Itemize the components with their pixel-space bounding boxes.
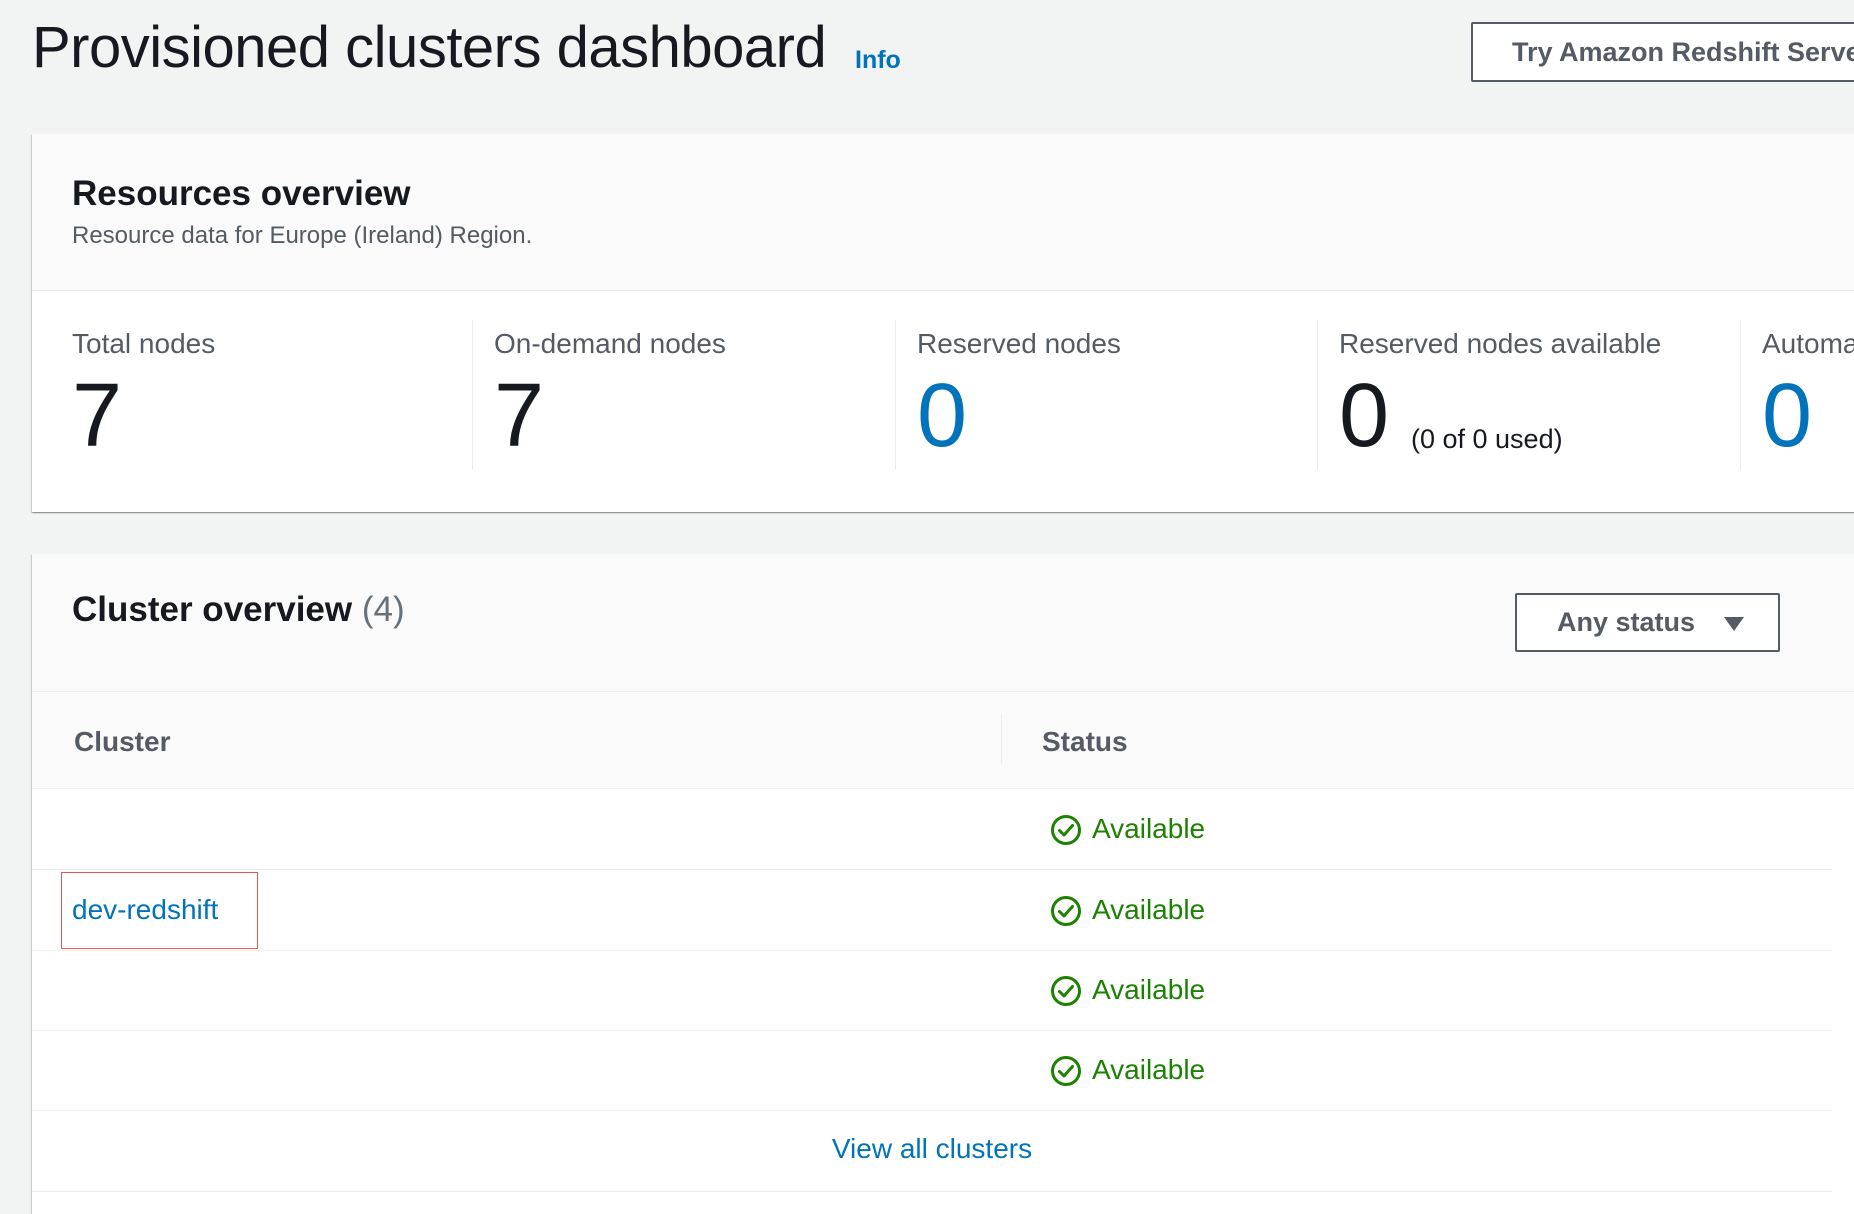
status-filter-dropdown[interactable]: Any status: [1515, 593, 1780, 652]
caret-down-icon: [1724, 617, 1744, 631]
metric-label: On-demand nodes: [494, 328, 726, 359]
page-header: Provisioned clusters dashboard Info Try …: [0, 0, 1854, 120]
cluster-overview-header: Cluster overview (4) Any status: [32, 554, 1854, 692]
cluster-overview-panel: Cluster overview (4) Any status Cluster …: [32, 554, 1854, 1214]
metric-value-link[interactable]: 0: [917, 362, 967, 470]
metric-divider: [895, 320, 896, 470]
metric-divider: [1317, 320, 1318, 470]
table-row: Available: [32, 789, 1832, 870]
resources-overview-title: Resources overview: [72, 174, 411, 213]
table-header: Cluster Status: [32, 692, 1854, 789]
info-link[interactable]: Info: [855, 46, 901, 75]
table-row: Available: [32, 1030, 1832, 1111]
table-row: dev-redshift Available: [32, 870, 1832, 951]
resources-overview-description: Resource data for Europe (Ireland) Regio…: [72, 222, 533, 249]
status-filter-label: Any status: [1557, 607, 1696, 637]
column-header-status[interactable]: Status: [1042, 726, 1128, 758]
status-text: Available: [1092, 894, 1206, 925]
metric-usage-note: (0 of 0 used): [1411, 424, 1563, 454]
cluster-overview-title: Cluster overview (4): [72, 590, 405, 630]
metric-label: Automated snapshots: [1762, 328, 1854, 359]
cluster-name-link[interactable]: dev-redshift: [72, 894, 218, 926]
view-all-clusters-link[interactable]: View all clusters: [32, 1133, 1832, 1165]
column-header-cluster[interactable]: Cluster: [74, 726, 170, 758]
metric-value: 7: [494, 366, 545, 466]
metric-label: Total nodes: [72, 328, 216, 359]
table-row: Available: [32, 950, 1832, 1031]
check-circle-icon: [1051, 815, 1081, 845]
status-text: Available: [1092, 1054, 1206, 1085]
metric-divider: [1740, 320, 1741, 470]
cluster-overview-title-text: Cluster overview: [72, 590, 353, 629]
resources-overview-panel: Resources overview Resource data for Eur…: [32, 134, 1854, 512]
metric-value: 0: [1339, 366, 1390, 466]
column-divider: [1001, 714, 1002, 764]
metric-label: Reserved nodes: [917, 328, 1121, 359]
try-serverless-button[interactable]: Try Amazon Redshift Serverless: [1471, 22, 1854, 82]
metric-automated-snapshots: Automated snapshots 0: [1762, 320, 1854, 478]
metric-divider: [472, 320, 473, 470]
table-footer: View all clusters: [32, 1111, 1832, 1192]
check-circle-icon: [1051, 976, 1081, 1006]
metric-value: 7: [72, 366, 123, 466]
check-circle-icon: [1051, 1056, 1081, 1086]
page-title: Provisioned clusters dashboard: [32, 15, 827, 80]
metric-label: Reserved nodes available: [1339, 328, 1662, 359]
check-circle-icon: [1051, 896, 1081, 926]
resources-overview-header: Resources overview Resource data for Eur…: [32, 134, 1854, 291]
metric-value-link[interactable]: 0: [1762, 362, 1812, 470]
status-text: Available: [1092, 974, 1206, 1005]
cluster-count: (4): [361, 590, 405, 629]
status-text: Available: [1092, 813, 1206, 844]
